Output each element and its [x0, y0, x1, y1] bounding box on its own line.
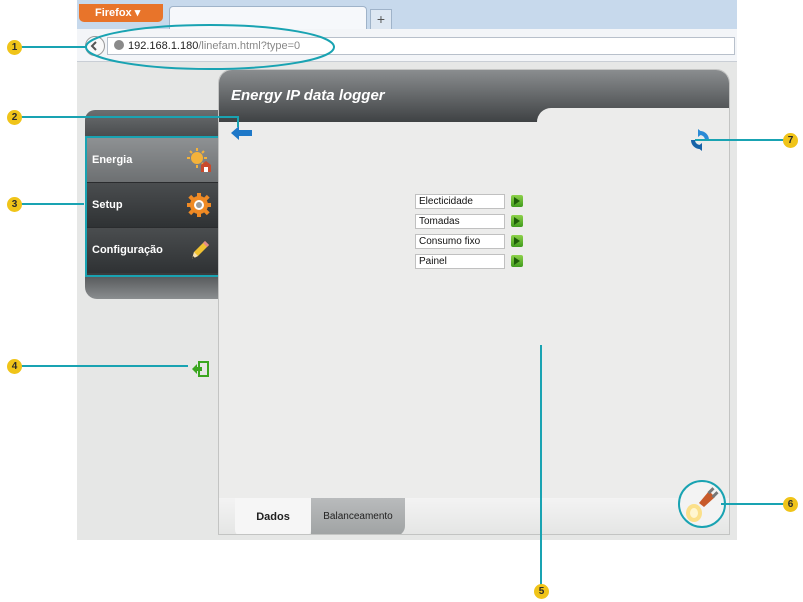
callout-4: 4 — [7, 359, 22, 374]
callout-6: 6 — [783, 497, 798, 512]
callout-7: 7 — [783, 133, 798, 148]
url-highlight-ellipse — [85, 24, 335, 70]
callout-5: 5 — [534, 584, 549, 599]
callout-line-2 — [15, 116, 239, 127]
callout-3: 3 — [7, 197, 22, 212]
callout-2: 2 — [7, 110, 22, 125]
callout-1: 1 — [7, 40, 22, 55]
annotation-overlay — [15, 24, 790, 592]
